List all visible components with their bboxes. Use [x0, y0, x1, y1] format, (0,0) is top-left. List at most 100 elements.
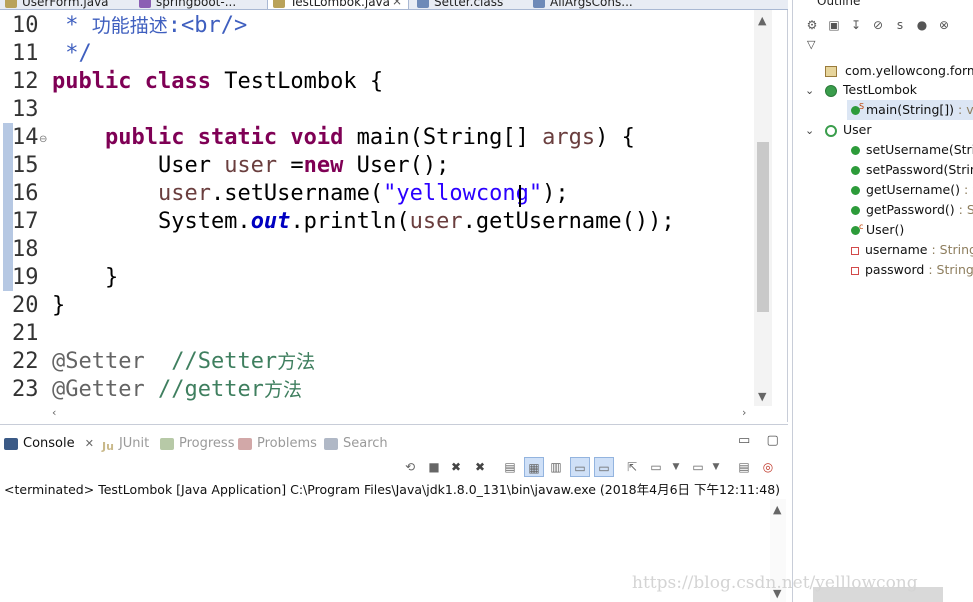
show-on-stderr-icon[interactable]: ▭ — [594, 457, 614, 477]
code-line[interactable]: 20} — [0, 292, 760, 320]
outline-member[interactable]: getUsername() : String — [851, 180, 973, 200]
hide-static-icon[interactable]: s — [891, 16, 909, 34]
open-console-icon[interactable]: ▭ — [688, 457, 708, 477]
show-on-stdout-icon[interactable]: ▭ — [570, 457, 590, 477]
collapse-all-icon[interactable]: ▣ — [825, 16, 843, 34]
scroll-down-icon[interactable]: ▼ — [758, 390, 766, 403]
expand-toggle-icon[interactable]: ⌄ — [805, 84, 814, 97]
clear-console-icon[interactable]: ▤ — [500, 457, 520, 477]
tab-label: JUnit — [118, 436, 150, 451]
line-text: } — [52, 264, 118, 292]
sort-icon[interactable]: ↧ — [847, 16, 865, 34]
pin-console-icon[interactable]: ⇱ — [622, 457, 642, 477]
tab-label: Problems — [257, 436, 317, 451]
outline-member[interactable]: setUsername(String) — [851, 140, 973, 160]
tab-junit[interactable]: Ju JUnit — [102, 435, 149, 453]
editor-tab-userform[interactable]: UserForm.java — [0, 0, 109, 9]
code-token: out — [250, 209, 291, 234]
view-menu-chevron-icon[interactable]: ▽ — [807, 38, 815, 51]
code-token: //getter — [157, 377, 264, 402]
hide-fields-icon[interactable]: ⊘ — [869, 16, 887, 34]
code-line[interactable]: 23 @Getter //getter方法 — [0, 376, 760, 404]
display-console-icon[interactable]: ▭ — [646, 457, 666, 477]
open-console-dropdown-icon[interactable]: ▼ — [706, 457, 726, 477]
line-number: 11 — [12, 41, 39, 66]
remove-launch-icon[interactable]: ✖ — [446, 457, 466, 477]
hide-local-types-icon[interactable]: ⊗ — [935, 16, 953, 34]
line-text: @Setter //Setter方法 — [52, 348, 315, 376]
code-line[interactable]: 16 user.setUsername("yellowcong"); — [0, 180, 760, 208]
expand-toggle-icon[interactable]: ⌄ — [805, 124, 814, 137]
outline-class-testlombok[interactable]: TestLombok — [825, 80, 917, 100]
code-line[interactable]: 22 @Setter //Setter方法 — [0, 348, 760, 376]
code-token: User — [52, 153, 225, 178]
minimize-icon[interactable]: ▭ — [738, 433, 750, 448]
word-wrap-icon[interactable]: ▥ — [546, 457, 566, 477]
display-console-dropdown-icon[interactable]: ▼ — [666, 457, 686, 477]
outline-member[interactable]: password : String — [851, 260, 973, 280]
terminate-icon[interactable]: ■ — [424, 457, 444, 477]
outline-method-main[interactable]: Smain(String[]) : void — [847, 100, 973, 120]
line-number: 10 — [12, 13, 39, 38]
remove-all-terminated-icon[interactable]: ✖ — [470, 457, 490, 477]
line-text: System.out.println(user.getUsername()); — [52, 208, 675, 236]
console-panel: Console ✕ Ju JUnit Progress Problems Sear… — [0, 424, 918, 602]
scroll-right-icon[interactable]: › — [742, 406, 746, 419]
code-token: 方法 — [277, 351, 316, 373]
fold-toggle-icon[interactable]: ⊖ — [39, 134, 47, 145]
code-line[interactable]: 10 * 功能描述:<br/> — [0, 12, 760, 40]
editor-tab-setter[interactable]: Setter.class — [412, 0, 503, 9]
member-type: : String — [924, 262, 973, 277]
code-line[interactable]: 17 System.out.println(user.getUsername()… — [0, 208, 760, 236]
code-line[interactable]: 15 User user =new User(); — [0, 152, 760, 180]
relaunch-icon[interactable]: ⟲ — [400, 457, 420, 477]
code-line[interactable]: 18 — [0, 236, 760, 264]
editor-tab-springboot[interactable]: springboot-... — [134, 0, 236, 9]
scroll-up-icon[interactable]: ▲ — [758, 14, 766, 27]
tab-search[interactable]: Search — [324, 435, 388, 453]
member-label: setUsername(String) — [866, 142, 973, 157]
outline-member[interactable]: setPassword(String) — [851, 160, 973, 180]
scrollbar-thumb[interactable] — [757, 142, 769, 312]
tab-problems[interactable]: Problems — [238, 435, 317, 453]
maximize-icon[interactable]: ▢ — [766, 433, 778, 448]
outline-package[interactable]: com.yellowcong.form — [825, 61, 973, 81]
scroll-left-icon[interactable]: ‹ — [52, 406, 56, 419]
line-number: 16 — [12, 181, 39, 206]
console-settings-icon[interactable]: ◎ — [758, 457, 778, 477]
hide-nonpublic-icon[interactable]: ● — [913, 16, 931, 34]
scroll-up-icon[interactable]: ▲ — [773, 503, 781, 516]
copy-icon[interactable]: ▤ — [734, 457, 754, 477]
tab-progress[interactable]: Progress — [160, 435, 234, 453]
editor-vertical-scrollbar[interactable]: ▲ ▼ — [754, 10, 772, 406]
tab-label: Progress — [179, 436, 235, 451]
close-tab-icon[interactable]: ✕ — [85, 437, 94, 450]
scroll-lock-icon[interactable]: ▦ — [524, 457, 544, 477]
line-text: @Getter //getter方法 — [52, 376, 302, 404]
code-line[interactable]: 19 } — [0, 264, 760, 292]
link-with-editor-icon[interactable]: ⚙ — [803, 16, 821, 34]
editor-tab-label: TestLombok.java — [290, 0, 391, 9]
text-caret — [519, 185, 521, 207]
outline-member[interactable]: getPassword() : String — [851, 200, 973, 220]
progress-icon — [160, 437, 174, 450]
code-line[interactable]: 21 — [0, 320, 760, 348]
outline-member[interactable]: c User() — [851, 220, 904, 240]
editor-horizontal-scrollbar[interactable]: ‹ › — [52, 406, 754, 422]
code-line[interactable]: 11 */ — [0, 40, 760, 68]
code-line[interactable]: 13 — [0, 96, 760, 124]
code-line[interactable]: 14 public static void main(String[] args… — [0, 124, 760, 152]
editor-tab-testlombok[interactable]: TestLombok.java × — [267, 0, 409, 9]
outline-class-user[interactable]: User — [825, 120, 872, 140]
close-tab-icon[interactable]: × — [392, 0, 402, 9]
editor-tab-allargscons[interactable]: AllArgsCons... — [528, 0, 633, 9]
code-token: } — [52, 293, 66, 318]
member-type: : String — [963, 182, 973, 197]
code-editor[interactable]: 10 * 功能描述:<br/> 11 */12 public class TestL… — [0, 10, 788, 422]
class-label: TestLombok — [843, 82, 918, 97]
outline-member[interactable]: username : String — [851, 240, 973, 260]
member-type: : void — [958, 102, 973, 117]
tab-console[interactable]: Console ✕ — [4, 435, 94, 453]
code-line[interactable]: 12 public class TestLombok { — [0, 68, 760, 96]
